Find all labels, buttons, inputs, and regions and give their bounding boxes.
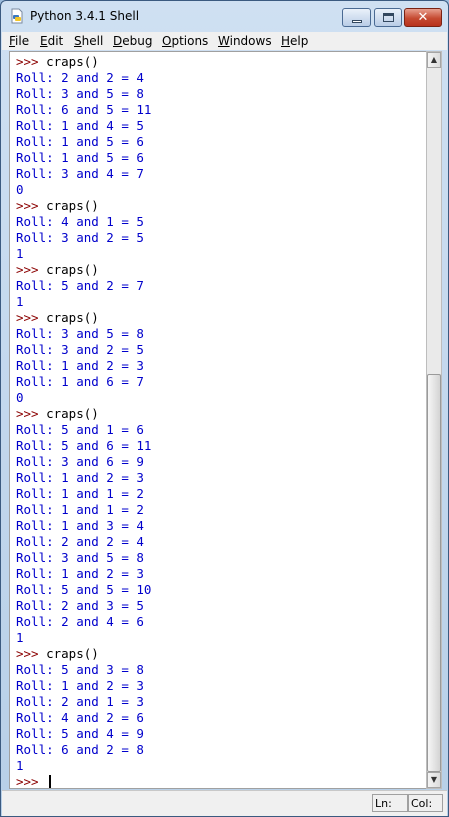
command-text: craps() <box>46 406 99 421</box>
command-text: craps() <box>46 262 99 277</box>
arrow-up-icon: ▲ <box>430 55 438 64</box>
vertical-scrollbar[interactable]: ▲ ▼ <box>426 51 442 789</box>
prompt-marker: >>> <box>16 774 47 789</box>
menu-bar: File Edit Shell Debug Options Windows He… <box>2 32 447 50</box>
prompt-marker: >>> <box>16 310 47 325</box>
output-line: Roll: 4 and 1 = 5 <box>16 214 144 229</box>
status-bar: Ln: 78 Col: 4 <box>2 790 447 816</box>
menu-help[interactable]: Help <box>281 34 308 48</box>
output-line: 1 <box>16 294 24 309</box>
output-line: 0 <box>16 390 24 405</box>
input-prompt-line: >>> <box>16 774 52 789</box>
prompt-marker: >>> <box>16 262 47 277</box>
output-line: Roll: 1 and 1 = 2 <box>16 502 144 517</box>
line-number-indicator: Ln: 78 <box>372 794 408 816</box>
output-line: Roll: 1 and 3 = 4 <box>16 518 144 533</box>
shell-output-area[interactable]: >>> craps() Roll: 2 and 2 = 4 Roll: 3 and … <box>9 51 426 789</box>
prompt-line: >>> craps() <box>16 646 99 662</box>
prompt-marker: >>> <box>16 198 47 213</box>
output-line: Roll: 1 and 2 = 3 <box>16 678 144 693</box>
command-text: craps() <box>46 198 99 213</box>
output-line: Roll: 1 and 2 = 3 <box>16 470 144 485</box>
close-icon: ✕ <box>417 10 429 25</box>
prompt-line: >>> craps() <box>16 198 99 214</box>
output-line: Roll: 2 and 2 = 4 <box>16 534 144 549</box>
window-title: Python 3.4.1 Shell <box>30 9 140 23</box>
output-line: Roll: 4 and 2 = 6 <box>16 710 144 725</box>
output-line: Roll: 2 and 2 = 4 <box>16 70 144 85</box>
output-line: Roll: 3 and 2 = 5 <box>16 342 144 357</box>
output-line: Roll: 6 and 5 = 11 <box>16 102 152 117</box>
output-line: Roll: 5 and 2 = 7 <box>16 278 144 293</box>
prompt-marker: >>> <box>16 406 47 421</box>
output-line: Roll: 2 and 1 = 3 <box>16 694 144 709</box>
output-line: Roll: 1 and 2 = 3 <box>16 358 144 373</box>
prompt-marker: >>> <box>16 54 47 69</box>
output-line: Roll: 6 and 2 = 8 <box>16 742 144 757</box>
arrow-down-icon: ▼ <box>430 775 438 784</box>
maximize-button[interactable] <box>374 8 402 27</box>
command-text: craps() <box>46 54 99 69</box>
output-line: 1 <box>16 758 24 773</box>
output-line: 1 <box>16 246 24 261</box>
output-line: Roll: 5 and 3 = 8 <box>16 662 144 677</box>
output-line: Roll: 3 and 2 = 5 <box>16 230 144 245</box>
close-button[interactable]: ✕ <box>404 8 442 27</box>
menu-edit[interactable]: Edit <box>40 34 63 48</box>
output-line: Roll: 5 and 1 = 6 <box>16 422 144 437</box>
output-line: Roll: 5 and 4 = 9 <box>16 726 144 741</box>
output-line: Roll: 1 and 6 = 7 <box>16 374 144 389</box>
output-line: Roll: 3 and 5 = 8 <box>16 86 144 101</box>
output-line: Roll: 2 and 3 = 5 <box>16 598 144 613</box>
output-line: Roll: 3 and 5 = 8 <box>16 550 144 565</box>
output-line: Roll: 3 and 6 = 9 <box>16 454 144 469</box>
python-idle-icon <box>11 8 23 24</box>
prompt-marker: >>> <box>16 646 47 661</box>
scroll-up-button[interactable]: ▲ <box>427 52 441 68</box>
output-line: Roll: 1 and 4 = 5 <box>16 118 144 133</box>
scrollbar-thumb[interactable] <box>427 374 441 772</box>
output-line: 0 <box>16 182 24 197</box>
minimize-icon <box>352 20 362 23</box>
menu-options[interactable]: Options <box>162 34 208 48</box>
text-cursor <box>49 775 52 788</box>
output-line: Roll: 1 and 5 = 6 <box>16 150 144 165</box>
prompt-line: >>> craps() <box>16 406 99 422</box>
menu-windows[interactable]: Windows <box>218 34 272 48</box>
menu-file[interactable]: File <box>9 34 29 48</box>
output-line: Roll: 2 and 4 = 6 <box>16 614 144 629</box>
maximize-icon <box>383 13 394 22</box>
prompt-line: >>> craps() <box>16 54 99 70</box>
command-text: craps() <box>46 646 99 661</box>
output-line: Roll: 1 and 1 = 2 <box>16 486 144 501</box>
prompt-line: >>> craps() <box>16 310 99 326</box>
output-line: Roll: 3 and 4 = 7 <box>16 166 144 181</box>
menu-debug[interactable]: Debug <box>113 34 152 48</box>
menu-shell[interactable]: Shell <box>74 34 103 48</box>
output-line: Roll: 5 and 6 = 11 <box>16 438 152 453</box>
prompt-line: >>> craps() <box>16 262 99 278</box>
output-line: Roll: 1 and 2 = 3 <box>16 566 144 581</box>
title-bar[interactable]: Python 3.4.1 Shell ✕ <box>1 1 448 31</box>
output-line: Roll: 1 and 5 = 6 <box>16 134 144 149</box>
output-line: Roll: 3 and 5 = 8 <box>16 326 144 341</box>
output-line: Roll: 5 and 5 = 10 <box>16 582 152 597</box>
scroll-down-button[interactable]: ▼ <box>427 772 441 788</box>
command-text: craps() <box>46 310 99 325</box>
minimize-button[interactable] <box>342 8 371 27</box>
column-number-indicator: Col: 4 <box>408 794 443 816</box>
idle-shell-window: Python 3.4.1 Shell ✕ File Edit Shell Deb… <box>0 0 449 817</box>
output-line: 1 <box>16 630 24 645</box>
